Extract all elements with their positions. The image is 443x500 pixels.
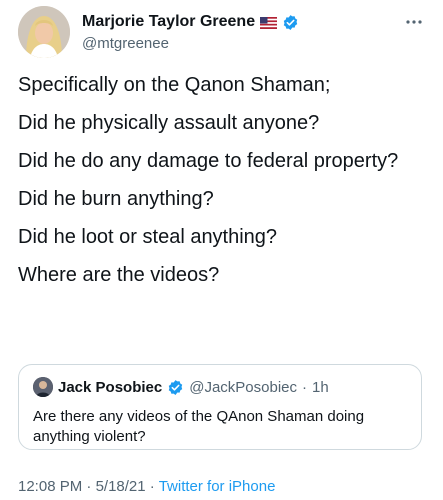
us-flag-icon xyxy=(260,16,278,29)
tweet-line: Did he loot or steal anything? xyxy=(18,226,278,248)
tweet-source-link[interactable]: Twitter for iPhone xyxy=(159,478,276,495)
footer-separator: · xyxy=(86,478,92,495)
tweet-line: Specifically on the Qanon Shaman; xyxy=(18,74,331,96)
meta-separator: · xyxy=(302,378,308,396)
quoted-author-name: Jack Posobiec xyxy=(58,378,163,396)
tweet-date[interactable]: 5/18/21 xyxy=(96,478,146,495)
quoted-profile-photo-icon xyxy=(33,377,53,397)
tweet-line: Did he burn anything? xyxy=(18,188,214,210)
tweet-footer: 12:08 PM · 5/18/21 · Twitter for iPhone xyxy=(18,478,275,495)
tweet-line: Did he do any damage to federal property… xyxy=(18,150,399,172)
author-handle[interactable]: @mtgreenee xyxy=(82,35,169,52)
quoted-tweet-card[interactable]: Jack Posobiec @JackPosobiec · 1h Are the… xyxy=(18,364,422,450)
verified-badge-icon xyxy=(282,14,299,31)
quoted-tweet-header: Jack Posobiec @JackPosobiec · 1h xyxy=(33,377,329,397)
author-name-row: Marjorie Taylor Greene xyxy=(82,12,299,32)
tweet-line: Did he physically assault anyone? xyxy=(18,112,320,134)
quoted-verified-badge-icon xyxy=(167,379,184,396)
author-avatar[interactable] xyxy=(18,6,70,58)
author-display-name[interactable]: Marjorie Taylor Greene xyxy=(82,13,255,31)
tweet-header: Marjorie Taylor Greene @mtgreenee xyxy=(18,6,428,58)
more-options-icon[interactable] xyxy=(404,12,424,32)
tweet-line: Where are the videos? xyxy=(18,264,220,286)
quoted-tweet-text: Are there any videos of the QAnon Shaman… xyxy=(33,408,365,445)
quoted-author-avatar xyxy=(33,377,53,397)
profile-photo-icon xyxy=(18,6,70,58)
quoted-tweet-age: 1h xyxy=(312,378,329,396)
tweet-time[interactable]: 12:08 PM xyxy=(18,478,82,495)
tweet-text: Specifically on the Qanon Shaman; Did he… xyxy=(18,72,418,300)
quoted-author-handle: @JackPosobiec xyxy=(189,378,298,396)
footer-separator: · xyxy=(149,478,155,495)
